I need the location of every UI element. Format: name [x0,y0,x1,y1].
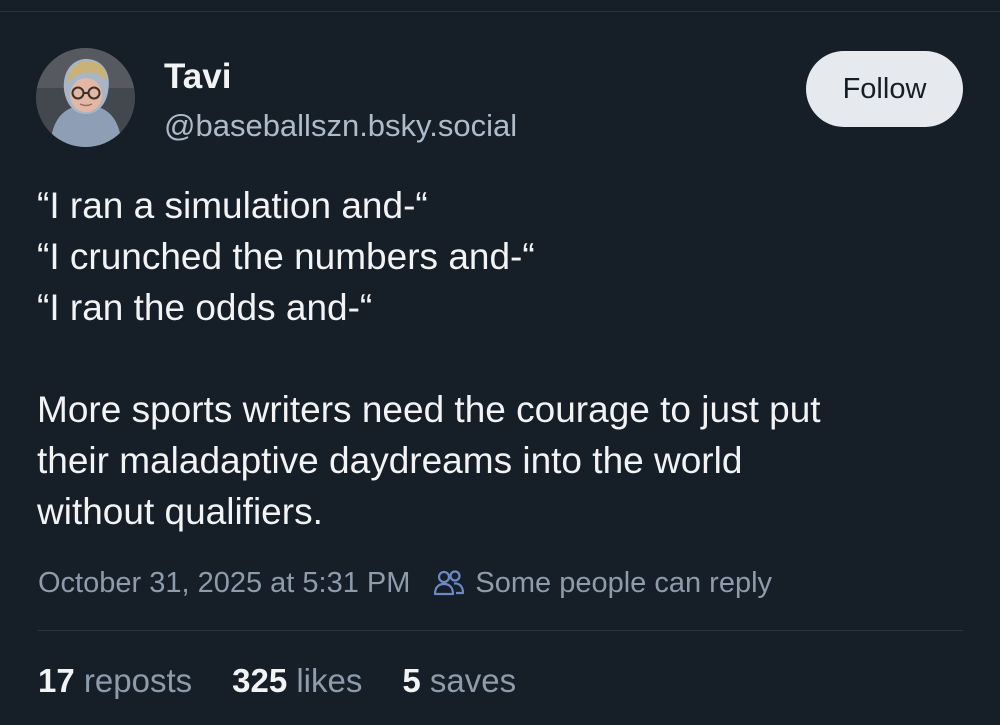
post-line: “I ran the odds and-“ [37,287,373,328]
stats-divider [38,630,963,631]
top-divider [0,11,1000,12]
saves-count: 5 [402,662,421,699]
post-timestamp: October 31, 2025 at 5:31 PM [38,566,411,599]
avatar-image [36,48,135,147]
author-display-name[interactable]: Tavi [164,56,231,98]
post-meta: October 31, 2025 at 5:31 PM Some people … [38,562,772,604]
saves-label: saves [429,662,517,699]
follow-button[interactable]: Follow [806,51,963,127]
likes-label: likes [296,662,363,699]
reposts-count: 17 [38,662,75,699]
post-line: without qualifiers. [37,491,323,532]
likes-count: 325 [232,662,288,699]
post-line: “I ran a simulation and-“ [37,185,428,226]
saves-stat[interactable]: 5 saves [402,662,516,700]
post-line: More sports writers need the courage to … [37,389,821,430]
post-line: “I crunched the numbers and-“ [37,236,535,277]
reposts-label: reposts [83,662,193,699]
likes-stat[interactable]: 325 likes [232,662,362,700]
people-icon [434,570,465,596]
reply-setting[interactable]: Some people can reply [475,567,772,600]
engagement-stats: 17 reposts 325 likes 5 saves [38,658,556,704]
reposts-stat[interactable]: 17 reposts [38,662,192,700]
post-text: “I ran a simulation and-“ “I crunched th… [37,180,967,537]
author-handle[interactable]: @baseballszn.bsky.social [164,106,517,146]
post-line: their maladaptive daydreams into the wor… [37,440,743,481]
avatar[interactable] [36,48,135,147]
post-view: Tavi @baseballszn.bsky.social Follow “I … [0,0,1000,725]
